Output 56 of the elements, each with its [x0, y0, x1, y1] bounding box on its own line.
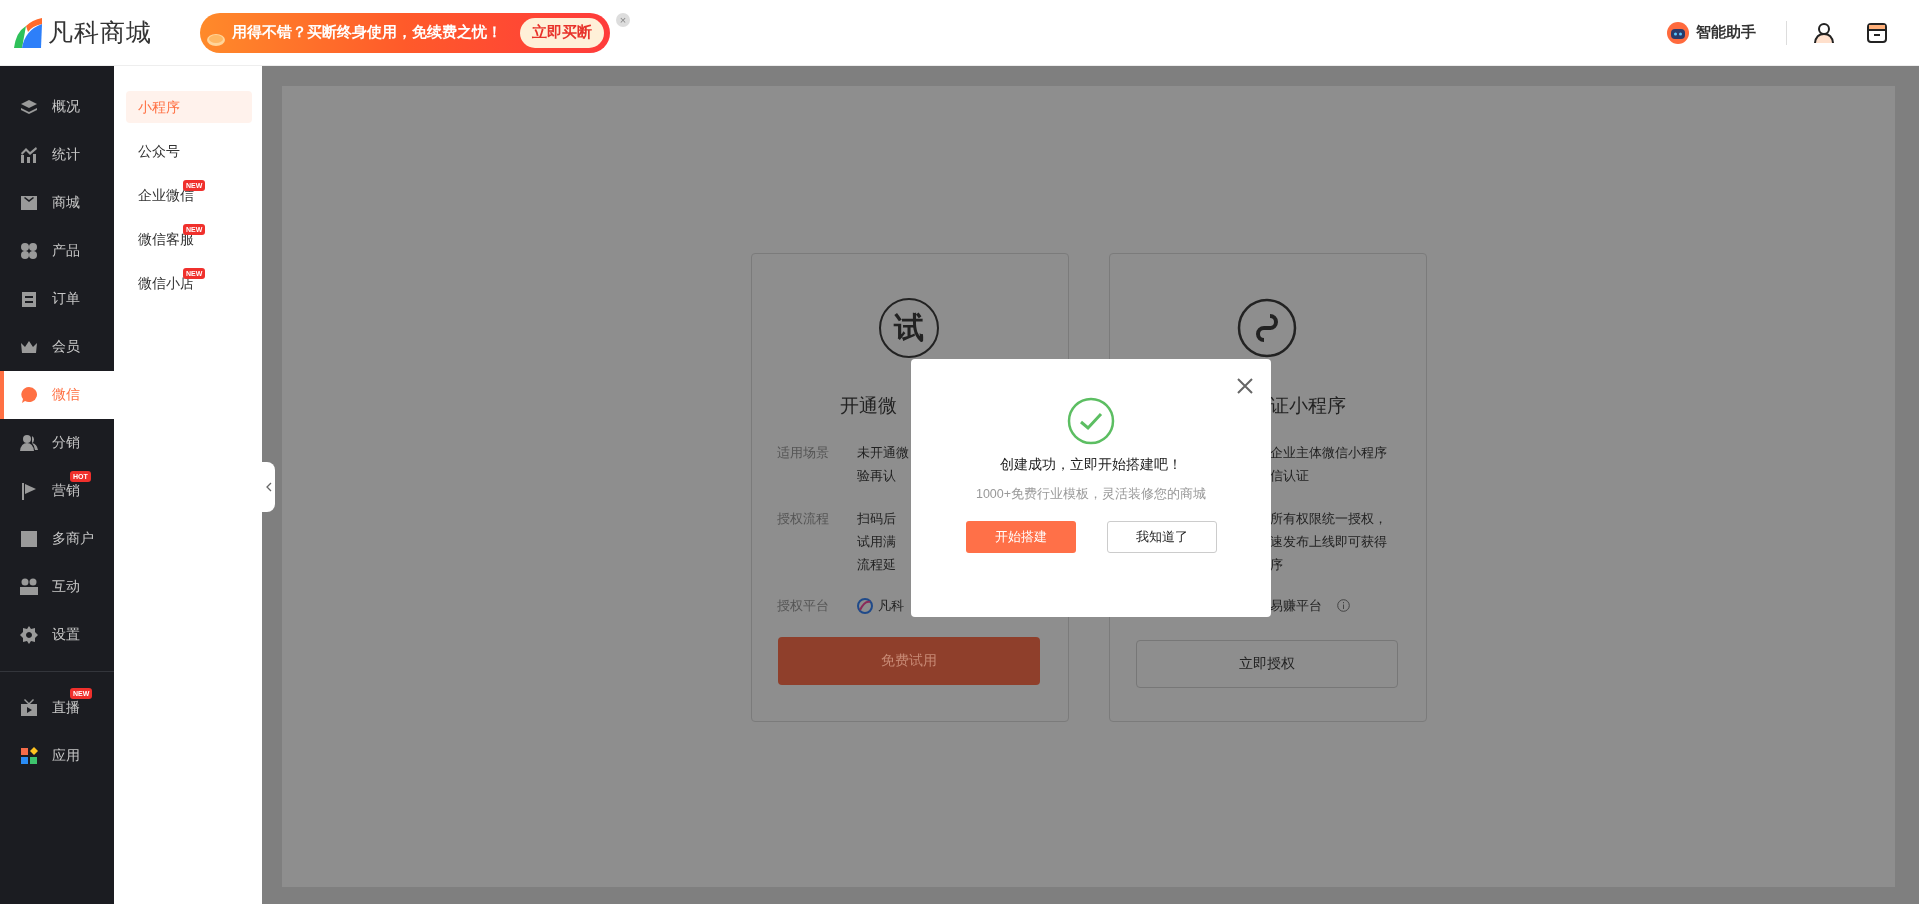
flag-icon [20, 482, 38, 500]
row-text: 扫码后 [856, 510, 896, 528]
sidebar-item[interactable]: 产品 [0, 227, 114, 275]
platform-name: 易赚平台 [1269, 597, 1322, 615]
promo-text: 用得不错？买断终身使用，免续费之忧！ [232, 23, 503, 42]
clipboard-icon [20, 290, 38, 308]
logo-text: 凡科商城 [48, 17, 152, 48]
platform-logo-icon [856, 597, 873, 614]
layers-icon [20, 98, 38, 116]
bag-icon [20, 194, 38, 212]
dismiss-button[interactable]: 我知道了 [1106, 521, 1217, 553]
sidebar-item[interactable]: 设置 [0, 611, 114, 659]
dialog-subtitle: 1000+免费行业模板，灵活装修您的商城 [975, 486, 1207, 503]
buy-button[interactable]: 立即买断 [520, 17, 604, 48]
submenu-item[interactable]: 公众号 [126, 135, 252, 167]
coin-icon [206, 32, 226, 47]
sidebar-item[interactable]: 互动 [0, 563, 114, 611]
sidebar-item[interactable]: 应用 [0, 732, 114, 780]
sidebar-item[interactable]: 会员 [0, 323, 114, 371]
grid-icon [20, 242, 38, 260]
logo-icon [12, 15, 44, 50]
row-text: 未开通微 [856, 444, 909, 462]
card-title: 开通微 [838, 394, 898, 418]
apps-icon [20, 747, 38, 765]
chart-icon [20, 146, 38, 164]
tv-icon [20, 699, 38, 717]
user-icon[interactable] [1813, 21, 1835, 44]
close-button[interactable] [1237, 378, 1253, 394]
link-icon [1236, 298, 1297, 358]
sidebar-item[interactable]: 分销 [0, 419, 114, 467]
row-text: 企业主体微信小程序 [1269, 444, 1387, 462]
users-icon [20, 434, 38, 452]
row-text: 信认证 [1269, 467, 1310, 485]
row-text: 验再认 [856, 467, 897, 485]
authorize-button[interactable]: 立即授权 [1135, 640, 1398, 688]
robot-icon [1666, 20, 1690, 45]
sidebar-item[interactable]: 统计 [0, 131, 114, 179]
row-text: 试用满 [856, 533, 896, 551]
info-icon[interactable] [1336, 599, 1350, 612]
sidebar-item[interactable]: 概况 [0, 83, 114, 131]
sidebar-item[interactable]: 多商户 [0, 515, 114, 563]
success-check-icon [1067, 397, 1115, 445]
sidebar-item[interactable]: 订单 [0, 275, 114, 323]
assistant-link[interactable]: 智能助手 [1696, 23, 1756, 42]
people-icon [20, 578, 38, 596]
platform-name: 凡科 [877, 597, 904, 615]
sidebar-item[interactable]: 商城 [0, 179, 114, 227]
dialog-title: 创建成功，立即开始搭建吧！ [1000, 456, 1182, 474]
card-title: 证小程序 [1268, 394, 1347, 418]
row-text: 序 [1269, 556, 1284, 574]
gear-icon [20, 626, 38, 644]
chat-icon [20, 386, 38, 404]
row-text: 流程延 [856, 556, 896, 574]
row-text: 速发布上线即可获得 [1269, 533, 1387, 551]
promo-banner[interactable]: 用得不错？买断终身使用，免续费之忧！ 立即买断 [200, 12, 610, 53]
collapse-handle[interactable] [262, 462, 275, 512]
